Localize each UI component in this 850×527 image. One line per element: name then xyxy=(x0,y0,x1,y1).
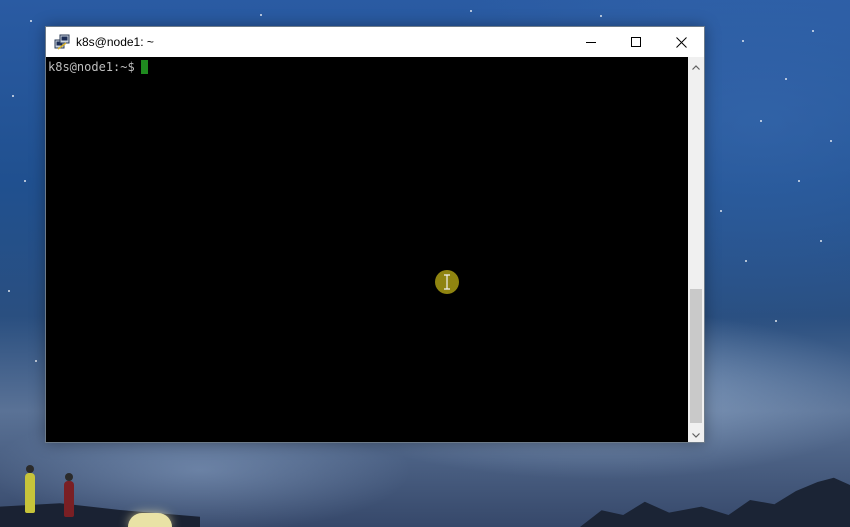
scroll-up-button[interactable] xyxy=(688,57,704,74)
close-button[interactable] xyxy=(658,27,704,57)
minimize-icon xyxy=(586,37,596,47)
close-icon xyxy=(675,36,687,48)
maximize-button[interactable] xyxy=(613,27,659,57)
person-silhouette xyxy=(25,465,35,513)
mountain-silhouette xyxy=(580,477,850,527)
command-line[interactable]: k8s@node1:~$ xyxy=(48,60,148,74)
title-bar[interactable]: k8s@node1: ~ xyxy=(46,27,704,57)
terminal-area[interactable]: k8s@node1:~$ xyxy=(46,57,688,442)
shell-prompt: k8s@node1:~$ xyxy=(48,60,135,74)
tent xyxy=(128,513,172,527)
maximize-icon xyxy=(631,37,641,47)
minimize-button[interactable] xyxy=(568,27,614,57)
chevron-down-icon xyxy=(692,425,700,443)
scroll-down-button[interactable] xyxy=(688,425,704,442)
putty-icon[interactable] xyxy=(54,34,70,50)
vertical-scrollbar[interactable] xyxy=(688,57,704,442)
chevron-up-icon xyxy=(692,57,700,75)
window-title: k8s@node1: ~ xyxy=(76,35,154,49)
person-silhouette xyxy=(64,473,74,517)
terminal-window[interactable]: k8s@node1: ~ k8s@node1:~$ xyxy=(45,26,705,443)
text-cursor xyxy=(140,60,148,74)
scroll-thumb[interactable] xyxy=(690,289,702,423)
ibeam-icon xyxy=(435,270,459,294)
